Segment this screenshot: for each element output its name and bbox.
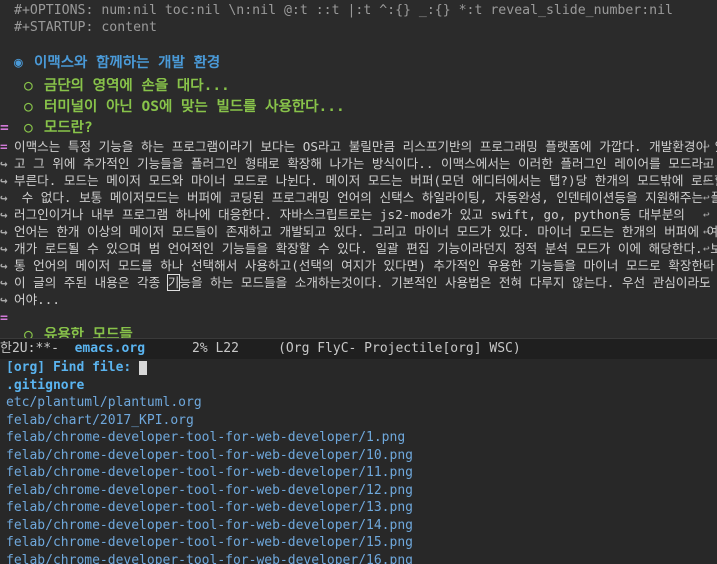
wrap-arrow-icon: ↪: [0, 173, 8, 188]
paragraph-line: ↪ 이 글의 주된 내용은 각종 기능을 하는 모드들을 소개하는것이다. 기본적…: [0, 274, 717, 291]
paragraph-text: 이맥스는 특정 기능을 하는 프로그램이라기 보다는 OS라고 불릴만큼 리스프…: [14, 139, 717, 154]
wrap-arrow-icon: ↩: [703, 276, 710, 289]
heading-text: 모드란?: [44, 120, 93, 136]
paragraph-line: ↪ 수 없다. 보통 메이저모드는 버퍼에 코딩된 프로그래밍 언어의 신택스 …: [0, 189, 717, 206]
wrap-arrow-icon: ↩: [703, 225, 710, 238]
paragraph-text: 능을 하는 모드들을 소개하는것이다. 기본적인 사용법은 전혀 다루지 않는다…: [179, 275, 717, 290]
org-options-line: #+OPTIONS: num:nil toc:nil \n:nil @:t ::…: [14, 3, 673, 18]
paragraph-text: 수 없다. 보통 메이저모드는 버퍼에 코딩된 프로그래밍 언어의 신택스 하일…: [14, 190, 717, 205]
heading-text: 이맥스와 함께하는 개발 환경: [34, 55, 221, 71]
wrap-arrow-icon: ↪: [0, 156, 8, 171]
completion-item[interactable]: felab/chrome-developer-tool-for-web-deve…: [0, 534, 717, 552]
completion-item[interactable]: felab/chrome-developer-tool-for-web-deve…: [0, 464, 717, 482]
find-file-prompt[interactable]: [org] Find file:: [0, 359, 717, 377]
heading-bullet-icon: ○: [24, 78, 33, 94]
paragraph-text: 이 글의 주된 내용은 각종: [14, 275, 168, 290]
completion-item[interactable]: felab/chrome-developer-tool-for-web-deve…: [0, 552, 717, 564]
wrap-arrow-icon: ↩: [703, 242, 710, 255]
completion-item[interactable]: felab/chrome-developer-tool-for-web-deve…: [0, 517, 717, 535]
completion-item[interactable]: felab/chrome-developer-tool-for-web-deve…: [0, 429, 717, 447]
editor-buffer[interactable]: #+OPTIONS: num:nil toc:nil \n:nil @:t ::…: [0, 0, 717, 338]
org-startup-line: #+STARTUP: content: [14, 20, 157, 35]
paragraph-line: ↪ 개가 로드될 수 있으며 범 언어적인 기능들을 확장할 수 있다. 일괄 편…: [0, 240, 717, 257]
fringe-marker-icon: =: [0, 120, 9, 136]
heading-level1[interactable]: ◉ 이맥스와 함께하는 개발 환경: [0, 55, 717, 72]
wrap-arrow-icon: ↪: [0, 241, 8, 256]
input-cursor[interactable]: [139, 360, 148, 375]
paragraph-line: = 이맥스는 특정 기능을 하는 프로그램이라기 보다는 OS라고 불릴만큼 리스…: [0, 138, 717, 155]
heading-bullet-icon: ○: [24, 120, 33, 136]
wrap-arrow-icon: ↪: [0, 190, 8, 205]
paragraph-text: 러그인이거나 내부 프로그램 하나에 대응한다. 자바스크립트로는 js2-mo…: [14, 207, 685, 222]
paragraph-text: 고 그 위에 추가적인 기능들을 플러그인 형태로 확장해 나가는 방식이다..…: [14, 156, 715, 171]
wrap-arrow-icon: ↪: [0, 292, 8, 307]
wrap-arrow-icon: ↪: [0, 207, 8, 222]
heading-text: 유용한 모드들: [44, 327, 133, 338]
completion-item[interactable]: felab/chrome-developer-tool-for-web-deve…: [0, 482, 717, 500]
paragraph-text: 통 언어의 메이저 모드를 하나 선택해서 사용하고(선택의 여지가 있다면) …: [14, 258, 717, 273]
text-cursor: 기: [166, 274, 181, 291]
wrap-arrow-icon: ↪: [0, 258, 8, 273]
modeline-buffer-name[interactable]: emacs.org: [75, 341, 145, 356]
paragraph-line: ↪ 통 언어의 메이저 모드를 하나 선택해서 사용하고(선택의 여지가 있다면)…: [0, 257, 717, 274]
paragraph-text: 개가 로드될 수 있으며 범 언어적인 기능들을 확장할 수 있다. 일괄 편집…: [14, 241, 717, 256]
heading-level2[interactable]: ○ 유용한 모드들: [0, 327, 717, 338]
wrap-arrow-icon: ↩: [703, 208, 710, 221]
paragraph-line: ↪ 고 그 위에 추가적인 기능들을 플러그인 형태로 확장해 나가는 방식이다.…: [0, 155, 717, 172]
heading-level2[interactable]: ○ 금단의 영역에 손을 대다...: [0, 78, 717, 95]
paragraph-line: ↪ 어야...: [0, 291, 717, 308]
paragraph-line: ↪ 언어는 한개 이상의 메이저 모드들이 존재하고 개발되고 있다. 그리고 마…: [0, 223, 717, 240]
wrap-arrow-icon: ↪: [0, 275, 8, 290]
heading-bullet-icon: ○: [24, 327, 33, 338]
completion-item[interactable]: felab/chrome-developer-tool-for-web-deve…: [0, 447, 717, 465]
wrap-arrow-icon: ↪: [0, 224, 8, 239]
wrap-arrow-icon: ↩: [703, 174, 710, 187]
wrap-arrow-icon: ↩: [703, 157, 710, 170]
heading-level2[interactable]: = ○ 모드란?: [0, 120, 717, 137]
minibuffer[interactable]: [org] Find file: .gitignore etc/plantuml…: [0, 359, 717, 564]
heading-bullet-icon: ◉: [14, 55, 23, 71]
blank-line: =: [0, 310, 717, 327]
modeline-position: 2% L22 (Org FlyC- Projectile[org] WSC): [145, 341, 521, 356]
paragraph-line: ↪ 부른다. 모드는 메이저 모드와 마이너 모드로 나뉜다. 메이저 모드는 버…: [0, 172, 717, 189]
paragraph-text: 부른다. 모드는 메이저 모드와 마이너 모드로 나뉜다. 메이저 모드는 버퍼…: [14, 173, 717, 188]
mode-line: 한2U:**- emacs.org 2% L22 (Org FlyC- Proj…: [0, 338, 717, 360]
paragraph-line: ↪ 러그인이거나 내부 프로그램 하나에 대응한다. 자바스크립트로는 js2-m…: [0, 206, 717, 223]
paragraph-text: 어야...: [14, 292, 60, 307]
paragraph-text: 언어는 한개 이상의 메이저 모드들이 존재하고 개발되고 있다. 그리고 마이…: [14, 224, 717, 239]
heading-text: 금단의 영역에 손을 대다...: [44, 78, 230, 94]
heading-text: 터미널이 아닌 OS에 맞는 빌드를 사용한다...: [44, 99, 345, 115]
modeline-state: 한2U:**-: [0, 341, 75, 356]
wrap-arrow-icon: ↩: [703, 191, 710, 204]
completion-item[interactable]: felab/chrome-developer-tool-for-web-deve…: [0, 499, 717, 517]
wrap-arrow-icon: ↩: [703, 140, 710, 153]
fringe-marker-icon: =: [0, 139, 8, 154]
wrap-arrow-icon: ↩: [703, 259, 710, 272]
completion-item-selected[interactable]: .gitignore: [0, 377, 717, 395]
prompt-label: [org] Find file:: [6, 360, 140, 375]
fringe-marker-icon: =: [0, 311, 8, 326]
completion-item[interactable]: etc/plantuml/plantuml.org: [0, 394, 717, 412]
heading-bullet-icon: ○: [24, 99, 33, 115]
completion-item[interactable]: felab/chart/2017_KPI.org: [0, 412, 717, 430]
heading-level2[interactable]: ○ 터미널이 아닌 OS에 맞는 빌드를 사용한다...: [0, 99, 717, 116]
